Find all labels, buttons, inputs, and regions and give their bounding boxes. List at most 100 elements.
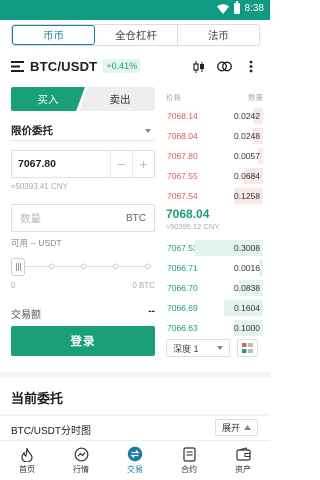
nav-asset[interactable]: 资产 <box>216 441 270 480</box>
time-chart-title: BTC/USDT分时图 <box>11 426 91 437</box>
bid-qty: 0.3008 <box>234 243 260 253</box>
time-chart-bar[interactable]: BTC/USDT分时图 展开 <box>0 415 270 439</box>
pair-change-badge: +0.41% <box>103 59 141 73</box>
order-type-label: 限价委托 <box>11 125 53 137</box>
home-icon <box>19 446 35 462</box>
nav-contract[interactable]: 合约 <box>162 441 216 480</box>
nav-market[interactable]: 行情 <box>54 441 108 480</box>
nav-home[interactable]: 首页 <box>0 441 54 480</box>
bid-row[interactable]: 7067.53 0.3008 <box>166 238 263 258</box>
amount-slider[interactable] <box>11 258 155 276</box>
header-actions <box>191 59 258 74</box>
available-balance: 可用 -- USDT <box>11 238 62 248</box>
expand-label: 展开 <box>221 423 240 433</box>
bid-qty: 0.0838 <box>234 283 260 293</box>
battery-icon <box>233 1 240 14</box>
ask-price: 7068.04 <box>167 131 198 141</box>
bid-price: 7066.71 <box>167 263 198 273</box>
slider-values: 0 0 BTC <box>11 281 155 290</box>
ask-row[interactable]: 7068.04 0.0248 <box>166 126 263 146</box>
orderbook-header: 价格 数量 <box>166 92 263 103</box>
status-bar: 8:38 <box>0 0 270 20</box>
amount-input[interactable]: 数量 BTC <box>11 204 155 232</box>
menu-icon[interactable] <box>11 60 24 72</box>
pair-symbol: BTC/USDT <box>30 58 98 74</box>
bid-qty: 0.0016 <box>234 263 260 273</box>
pair-header[interactable]: BTC/USDT +0.41% <box>11 58 141 74</box>
market-type-tabs: 币币 全仓杠杆 法币 <box>11 24 260 46</box>
ask-qty: 0.1258 <box>234 191 260 201</box>
ask-price: 7068.14 <box>167 111 198 121</box>
price-increase-button[interactable]: + <box>132 151 154 177</box>
ask-row[interactable]: 7067.80 0.0057 <box>166 146 263 166</box>
section-divider <box>0 372 270 377</box>
ask-row[interactable]: 7067.55 0.0684 <box>166 166 263 186</box>
open-orders-title: 当前委托 <box>11 391 64 406</box>
chevron-up-icon <box>244 425 251 430</box>
slider-tick[interactable] <box>111 262 120 271</box>
price-decrease-button[interactable]: − <box>110 151 132 177</box>
orderbook-layout-button[interactable] <box>237 339 258 357</box>
nav-trade[interactable]: 交易 <box>108 441 162 480</box>
tab-spot[interactable]: 币币 <box>12 25 96 45</box>
bid-row[interactable]: 7066.70 0.0838 <box>166 278 263 298</box>
bid-qty: 0.1000 <box>234 323 260 333</box>
bid-price: 7067.53 <box>167 243 198 253</box>
total-value: -- <box>148 306 155 317</box>
nav-label: 行情 <box>73 465 89 474</box>
ask-qty: 0.0057 <box>234 151 260 161</box>
more-icon[interactable] <box>243 59 258 74</box>
amount-unit: BTC <box>126 212 146 224</box>
slider-max: 0 BTC <box>132 281 155 290</box>
login-button[interactable]: 登录 <box>11 326 155 356</box>
bid-price: 7066.63 <box>167 323 198 333</box>
bid-row[interactable]: 7066.71 0.0016 <box>166 258 263 278</box>
bid-price: 7066.69 <box>167 303 198 313</box>
sell-tab[interactable]: 卖出 <box>79 87 155 111</box>
bid-row[interactable]: 7066.69 0.1604 <box>166 298 263 318</box>
bid-row[interactable]: 7066.63 0.1000 <box>166 318 263 338</box>
status-time: 8:38 <box>244 3 264 14</box>
ask-row[interactable]: 7067.54 0.1258 <box>166 186 263 206</box>
trade-total: 交易额 -- <box>11 306 155 321</box>
bid-qty: 0.1604 <box>234 303 260 313</box>
slider-tick[interactable] <box>143 262 152 271</box>
nav-label: 首页 <box>19 465 35 474</box>
tab-fiat[interactable]: 法币 <box>178 25 259 45</box>
ask-price: 7067.80 <box>167 151 198 161</box>
contract-icon <box>181 446 197 462</box>
slider-min: 0 <box>11 281 16 290</box>
slider-tick[interactable] <box>47 262 56 271</box>
ask-qty: 0.0684 <box>234 171 260 181</box>
ask-qty: 0.0248 <box>234 131 260 141</box>
market-icon <box>73 446 89 462</box>
tab-cross-margin[interactable]: 全仓杠杆 <box>95 25 176 45</box>
layout-icon <box>242 343 253 353</box>
buy-sell-toggle: 买入 卖出 <box>11 87 155 111</box>
exchange-icon[interactable] <box>217 59 232 74</box>
total-label: 交易额 <box>11 310 41 321</box>
nav-label: 合约 <box>181 465 197 474</box>
price-input[interactable]: 7067.80 − + <box>11 150 155 178</box>
expand-button[interactable]: 展开 <box>214 419 258 436</box>
chevron-down-icon <box>145 128 151 133</box>
depth-select[interactable]: 深度 1 <box>166 339 230 357</box>
asset-icon <box>235 446 251 462</box>
last-price: 7068.04 <box>166 207 210 221</box>
bid-price: 7066.70 <box>167 283 198 293</box>
chevron-down-icon <box>217 346 223 350</box>
price-cny-estimate: ≈50393.41 CNY <box>11 182 68 191</box>
bottom-nav: 首页 行情 交易 合约 资产 <box>0 440 270 480</box>
last-price-cny: ≈50395.12 CNY <box>166 222 220 231</box>
slider-handle[interactable] <box>11 258 25 276</box>
orderbook-qty-header: 数量 <box>248 93 263 102</box>
slider-tick[interactable] <box>79 262 88 271</box>
ask-row[interactable]: 7068.14 0.0242 <box>166 106 263 126</box>
amount-placeholder: 数量 <box>20 212 41 225</box>
price-value[interactable]: 7067.80 <box>12 158 110 170</box>
buy-tab[interactable]: 买入 <box>11 87 85 111</box>
wifi-icon <box>216 3 229 14</box>
candlestick-icon[interactable] <box>191 59 206 74</box>
nav-label: 交易 <box>127 465 143 474</box>
order-type-select[interactable]: 限价委托 <box>11 121 155 141</box>
